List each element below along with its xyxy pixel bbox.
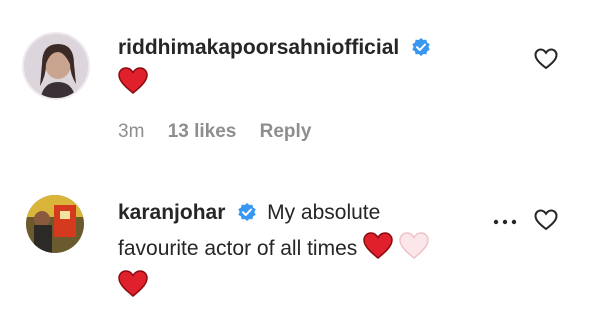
avatar-image [26, 195, 84, 253]
username[interactable]: riddhimakapoorsahniofficial [118, 36, 399, 59]
red-heart-emoji [363, 232, 393, 270]
reply-button[interactable]: Reply [260, 121, 312, 142]
heart-outline-icon [534, 209, 558, 231]
heart-outline-icon [534, 48, 558, 70]
comment-body: riddhimakapoorsahniofficial [118, 32, 520, 105]
comment-meta: 3m 13 likes Reply [118, 121, 329, 143]
like-button[interactable] [534, 209, 558, 236]
username[interactable]: karanjohar [118, 201, 225, 224]
white-heart-emoji [399, 232, 429, 270]
comment-emoji-line [118, 67, 520, 105]
verified-badge-icon [237, 200, 257, 232]
avatar[interactable] [22, 32, 90, 100]
like-button[interactable] [534, 48, 558, 75]
comment-line: karanjohar My absolute [118, 197, 520, 232]
comment-text: favourite actor of all times [118, 237, 358, 260]
verified-badge-icon [411, 35, 431, 67]
more-options-icon [493, 219, 517, 225]
avatar-image [24, 34, 88, 98]
red-heart-emoji [118, 270, 148, 308]
comment-body: karanjohar My absolute favourite actor o… [118, 197, 520, 308]
comment-text: My absolute [267, 201, 381, 224]
comment-line: riddhimakapoorsahniofficial [118, 32, 520, 67]
avatar[interactable] [26, 195, 84, 253]
comment-line: favourite actor of all times [118, 232, 520, 270]
likes-count[interactable]: 13 likes [168, 121, 237, 142]
red-heart-emoji [118, 67, 148, 105]
comment-time: 3m [118, 121, 145, 142]
more-options-button[interactable] [492, 213, 518, 231]
comment-emoji-line [118, 270, 520, 308]
